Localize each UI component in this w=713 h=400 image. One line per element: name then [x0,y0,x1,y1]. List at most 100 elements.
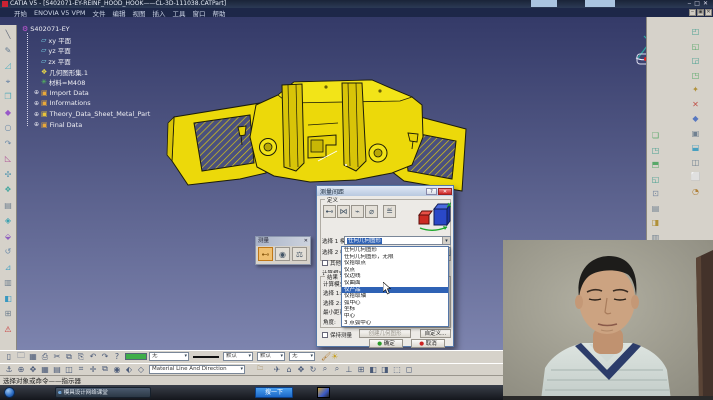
ok-button[interactable]: ● 确定 [369,339,403,348]
zoom-in-icon[interactable]: ⌕ [319,364,331,374]
sel1-mode-combo[interactable]: 任何几何图形 [344,236,451,245]
pan-icon[interactable]: ✥ [295,365,307,374]
dropdown-option[interactable]: 任何几何图形 [342,247,448,254]
dropdown-option[interactable]: 弧中心 [342,300,448,307]
tree-item[interactable]: ⊕ ▣ Final Data [22,119,167,130]
toolbar-icon[interactable]: ✕ [689,97,702,112]
toolbar-icon[interactable]: ⬒ [649,157,662,172]
menu-item[interactable]: ENOVIA V5 VPM [34,9,85,17]
toolbar-icon[interactable]: ◱ [689,39,702,54]
catalog-icon[interactable]: 🗀 [257,364,263,374]
tree-item[interactable]: ❖ 几何图形集.1 [22,66,167,77]
layer-combo[interactable]: 无 [149,352,189,361]
toolbar-icon[interactable]: ⬙ [2,229,15,245]
swap-space-icon[interactable]: ◻ [403,365,415,374]
toolbar-icon[interactable]: ◨ [649,215,662,230]
dropdown-option[interactable]: 仅拾取点 [342,260,448,267]
help-icon[interactable]: ? [426,188,437,195]
expander-icon[interactable]: ⊕ [34,121,41,128]
toolbar-icon[interactable]: ○ [2,120,15,136]
toolbar-icon[interactable]: ◆ [2,105,15,121]
undo-icon[interactable]: ↶ [87,352,99,361]
tree-item[interactable]: ▱ yz 平面 [22,45,167,56]
measure-chain-mode-icon[interactable]: ⋈ [337,205,350,218]
search-button[interactable]: 搜一下 [255,387,293,398]
print-icon[interactable]: ⎙ [39,352,51,362]
multi-view-icon[interactable]: ⊞ [355,365,367,374]
toolbar-icon[interactable]: ↷ [2,136,15,152]
toolbar-icon[interactable]: ◉ [111,365,123,374]
toolbar-icon[interactable]: ◆ [689,111,702,126]
toolbar-icon[interactable]: ❖ [2,182,15,198]
tree-item[interactable]: ▱ xy 平面 [22,35,167,46]
tree-item[interactable]: ✳ 材料=M408 [22,77,167,88]
fly-icon[interactable]: ✈ [271,365,283,374]
render-style-combo[interactable]: 无 [289,352,315,361]
mdi-controls[interactable]: ‒▣✕ [689,9,712,16]
toolbar-icon[interactable]: ╲ [2,27,15,43]
menu-item[interactable]: 开始 [14,8,27,18]
zoom-out-icon[interactable]: ⌕ [331,364,343,374]
tree-item[interactable]: ⊕ ▣ Informations [22,98,167,109]
dropdown-option[interactable]: 仅曲面 [342,280,448,287]
toolbar-icon[interactable]: ⬜ [689,169,702,184]
toolbar-icon[interactable]: ⊞ [2,306,15,322]
measure-thickness-button[interactable]: ≝ [383,205,396,218]
graphic-color-swatch[interactable] [125,353,147,360]
dropdown-option[interactable]: 中心 [342,313,448,320]
toolbar-icon[interactable]: ✣ [2,167,15,183]
toolbar-icon[interactable]: ⌖ [2,74,15,90]
menu-item[interactable]: 插入 [152,8,165,18]
tree-item[interactable]: ⊕ ▣ Theory_Data_Sheet_Metal_Part [22,109,167,120]
keep-measure-checkbox[interactable]: 保持测量 [322,331,352,339]
toolbar-icon[interactable]: ⚠ [2,322,15,338]
toolbar-icon[interactable]: ⬓ [689,140,702,155]
create-geometry-button[interactable]: 创建几何图形 [359,329,411,338]
help-icon[interactable]: ? [111,352,123,361]
dropdown-option[interactable]: 仅点 [342,267,448,274]
toolbar-icon[interactable]: ◲ [689,53,702,68]
toolbar-icon[interactable]: ◳ [689,68,702,83]
menu-item[interactable]: 工具 [172,8,185,18]
expander-icon[interactable]: ⊕ [34,89,41,96]
toolbar-icon[interactable]: ▤ [51,365,63,374]
close-icon[interactable]: ✕ [304,237,308,246]
menu-item[interactable]: 视图 [132,8,145,18]
cut-icon[interactable]: ✂ [51,352,63,361]
toolbar-icon[interactable]: ❏ [649,128,662,143]
dropdown-option[interactable]: 仅产品 [342,287,448,294]
dropdown-option[interactable]: 任何几何图形，无限 [342,254,448,261]
line-type-preview[interactable] [193,356,219,358]
dropdown-option[interactable]: 坐标 [342,306,448,313]
toolbar-icon[interactable]: ◫ [689,155,702,170]
toolbar-icon[interactable]: ▣ [689,126,702,141]
toolbar-icon[interactable]: ◧ [2,291,15,307]
close-icon[interactable]: ✕ [438,188,452,195]
toolbar-icon[interactable]: ◫ [63,365,75,374]
fit-all-icon[interactable]: ⌂ [283,365,295,374]
hide-show-icon[interactable]: ⬚ [391,365,403,374]
cancel-button[interactable]: ● 取消 [411,339,445,348]
normal-view-icon[interactable]: ⊥ [343,365,355,374]
toolbar-icon[interactable]: ✛ [87,365,99,374]
measure-item-icon[interactable]: ◉ [275,247,290,261]
paint-icon[interactable]: 🖌 [321,352,331,361]
media-app-icon[interactable] [317,387,330,398]
toolbar-icon[interactable]: ⊡ [649,186,662,201]
toolbar-icon[interactable]: ▦ [39,365,51,374]
menu-item[interactable]: 窗口 [192,8,205,18]
redo-icon[interactable]: ↷ [99,352,111,361]
toolbar-icon[interactable]: ⬖ [123,365,135,374]
paste-icon[interactable]: ⎘ [75,352,87,362]
toolbar-icon[interactable]: ⊕ [15,365,27,374]
toolbar-icon[interactable]: ◰ [689,24,702,39]
measure-toolbar-title[interactable]: 测量✕ [256,237,310,246]
toolbar-icon[interactable]: ◺ [2,151,15,167]
toolbar-icon[interactable]: ↺ [2,244,15,260]
measure-inertia-icon[interactable]: ⚖ [292,247,307,261]
taskbar-app-button[interactable]: e模具设计网络课堂 [55,387,151,398]
save-icon[interactable]: ▦ [27,352,39,361]
copy-icon[interactable]: ⧉ [63,352,75,362]
dropdown-option[interactable]: 3 点弧中心 [342,320,448,327]
measure-item-mode-icon[interactable]: ⌀ [365,205,378,218]
